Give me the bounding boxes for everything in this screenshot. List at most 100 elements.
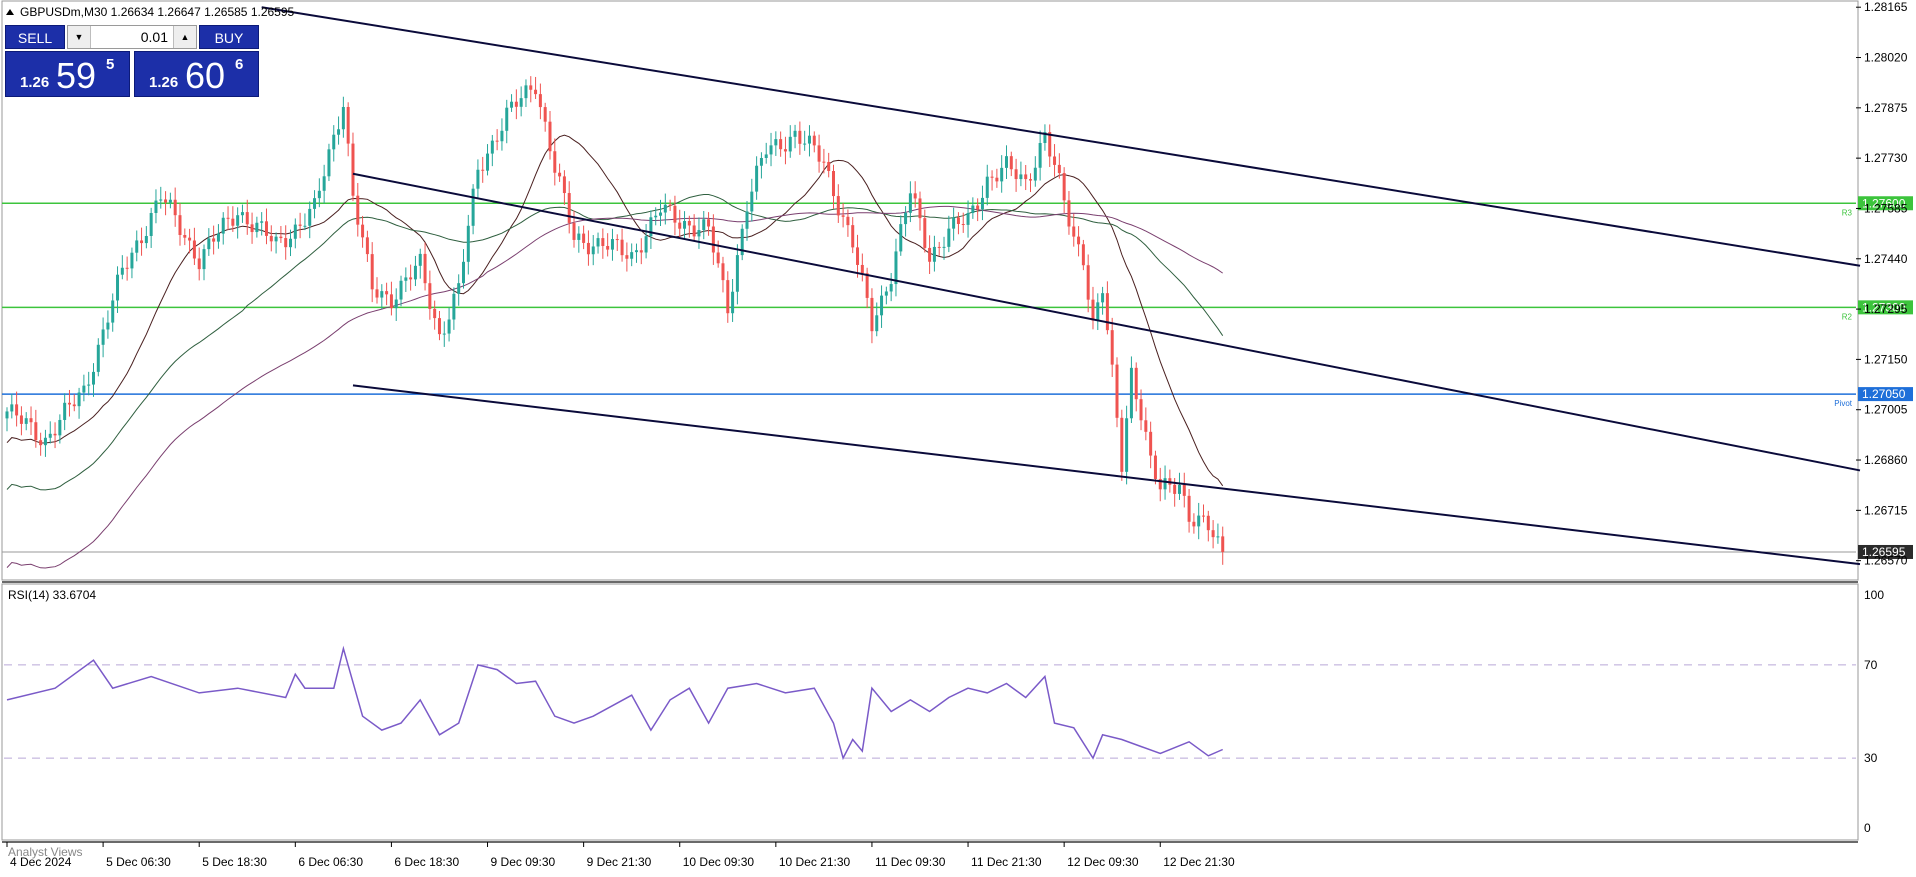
rsi-axis-tick-label: 30: [1864, 751, 1878, 765]
candle: [332, 125, 336, 162]
candle-body: [702, 219, 706, 231]
candle-body: [111, 300, 115, 323]
candle: [48, 421, 52, 444]
candle-body: [807, 135, 811, 144]
candle-body: [53, 433, 57, 436]
candle-body: [481, 169, 485, 171]
candle: [207, 228, 211, 256]
candle: [308, 201, 312, 239]
sell-price-prefix: 1.26: [20, 74, 50, 91]
candle: [553, 138, 557, 186]
candle-body: [255, 222, 259, 233]
lot-increase-icon[interactable]: ▲: [173, 26, 196, 48]
candle-body: [471, 188, 475, 226]
candle-body: [130, 252, 134, 269]
candle: [380, 284, 384, 310]
candle: [639, 238, 643, 265]
candle: [952, 207, 956, 241]
candle-body: [226, 217, 230, 219]
candle: [1110, 317, 1114, 378]
candle-body: [159, 199, 163, 201]
candle: [807, 125, 811, 157]
candle-body: [1101, 293, 1105, 303]
candle-body: [1081, 244, 1085, 266]
candle-body: [620, 239, 624, 256]
candle: [673, 195, 677, 236]
candle-body: [510, 101, 514, 108]
candle: [899, 215, 903, 256]
candle: [817, 134, 821, 173]
candle-body: [1000, 167, 1004, 182]
candle-body: [303, 225, 307, 227]
x-axis-tick-label: 9 Dec 09:30: [491, 855, 556, 869]
candle: [735, 244, 739, 305]
candle: [783, 136, 787, 165]
candle: [385, 282, 389, 306]
candle: [678, 209, 682, 238]
candle: [144, 226, 148, 249]
candle-body: [827, 161, 831, 171]
candle: [72, 394, 76, 412]
candle-body: [880, 295, 884, 316]
candle-body: [409, 277, 413, 280]
candle-body: [932, 246, 936, 262]
candle-body: [908, 193, 912, 213]
candle-body: [731, 291, 735, 314]
candle-body: [947, 228, 951, 247]
candle: [361, 215, 365, 248]
level-tag-label: R2: [1842, 312, 1853, 321]
candle: [610, 228, 614, 261]
lot-size-input[interactable]: [92, 27, 172, 47]
candle-body: [750, 191, 754, 212]
candle: [524, 79, 528, 108]
moving-average-100: [6, 205, 1223, 569]
candle-body: [1187, 495, 1191, 522]
candle: [956, 212, 960, 235]
buy-button[interactable]: BUY: [199, 25, 259, 49]
candle: [10, 393, 14, 419]
candle: [702, 211, 706, 240]
candle: [591, 235, 595, 266]
candle: [856, 234, 860, 278]
y-axis-tick-label: 1.27440: [1864, 252, 1908, 266]
candle-body: [851, 225, 855, 248]
channel-trend-line[interactable]: [352, 384, 1861, 566]
candle-body: [783, 149, 787, 152]
candle: [529, 76, 533, 103]
candle-body: [630, 252, 634, 259]
candle: [904, 206, 908, 237]
candle-body: [625, 255, 629, 259]
candle-body: [1086, 265, 1090, 300]
chart-window[interactable]: 1.27600 R3 1.27300 R2 1.27050 Pivot 1.26595 1.…: [0, 0, 1916, 874]
candle: [721, 256, 725, 293]
price-chart[interactable]: 1.27600R31.27300R21.27050Pivot1.26595 1.…: [0, 0, 1916, 874]
candle: [356, 183, 360, 237]
sell-button[interactable]: SELL: [5, 25, 65, 49]
candle: [279, 225, 283, 243]
candle: [827, 152, 831, 178]
candle: [755, 156, 759, 200]
x-axis-tick-label: 12 Dec 09:30: [1067, 855, 1139, 869]
candle-body: [447, 319, 451, 334]
lot-decrease-icon[interactable]: ▼: [68, 26, 91, 48]
collapse-triangle-icon[interactable]: [6, 9, 14, 15]
candle-body: [39, 440, 43, 446]
candle-body: [313, 198, 317, 209]
buy-price-quote[interactable]: 1.26 60 6: [134, 51, 259, 97]
candle-body: [236, 215, 240, 226]
candle-body: [1019, 174, 1023, 180]
analyst-views-label[interactable]: Analyst Views: [8, 845, 82, 859]
candle-body: [692, 225, 696, 237]
candle: [471, 184, 475, 235]
candle: [313, 190, 317, 219]
sell-price-quote[interactable]: 1.26 59 5: [5, 51, 130, 97]
lot-size-stepper[interactable]: ▼ ▲: [67, 25, 197, 49]
candle-body: [466, 225, 470, 262]
candle-body: [644, 236, 648, 253]
channel-trend-line[interactable]: [352, 172, 1861, 472]
candle-body: [831, 170, 835, 197]
candle-body: [385, 291, 389, 295]
candle: [500, 118, 504, 151]
candle-body: [889, 284, 893, 292]
candle: [928, 235, 932, 274]
